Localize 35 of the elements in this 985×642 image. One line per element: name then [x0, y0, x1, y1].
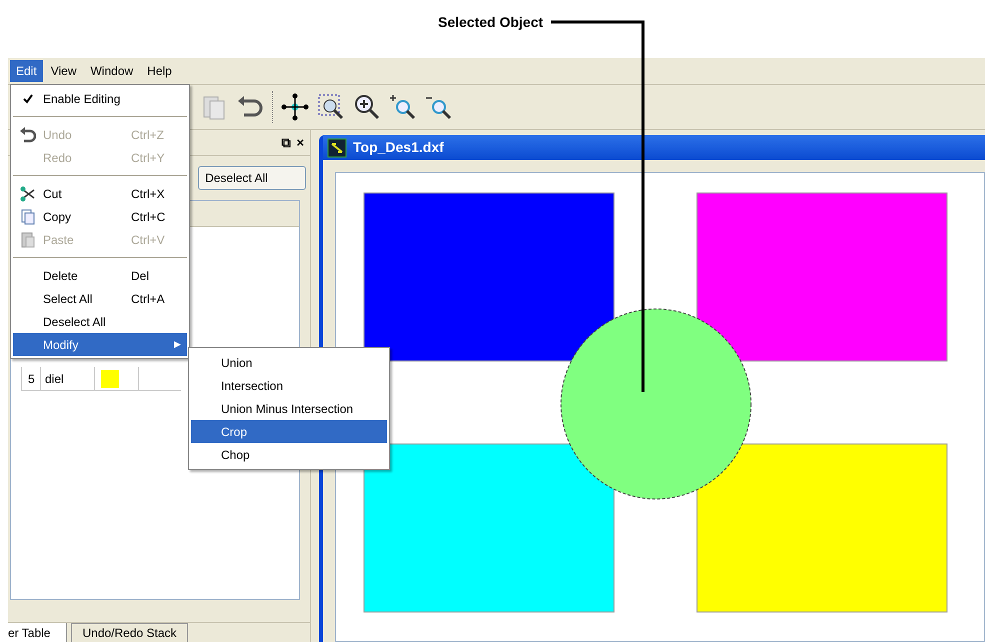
zoom-window-icon[interactable]	[317, 93, 345, 121]
scissors-icon	[20, 186, 36, 202]
menu-item[interactable]: Intersection	[191, 374, 387, 397]
annotation-label: Selected Object	[438, 13, 544, 32]
panel-tab[interactable]: er Table	[8, 623, 68, 642]
paste-icon	[20, 232, 36, 248]
checkmark-icon[interactable]	[23, 94, 33, 104]
menu-item[interactable]: Delete Del	[13, 264, 187, 287]
menu-item[interactable]: Union Minus Intersection	[191, 397, 387, 420]
menu-item[interactable]: Edit	[10, 60, 43, 82]
menu-item[interactable]: Enable Editing	[13, 87, 187, 110]
panel-tab[interactable]: Undo/Redo Stack	[71, 623, 188, 642]
float-button[interactable]: ⧉	[281, 136, 290, 149]
zoom-double-icon[interactable]	[389, 93, 417, 121]
zoom-in-icon[interactable]	[353, 93, 381, 121]
deselect-all-button[interactable]: Deselect All	[198, 166, 306, 190]
menu-item[interactable]: Crop	[191, 420, 387, 443]
window-title: Top_Des1.dxf	[353, 138, 444, 157]
menu-item[interactable]: View	[44, 60, 82, 82]
menu-item[interactable]: Chop	[191, 443, 387, 466]
table-cell: diel	[41, 367, 95, 390]
menu-item[interactable]: Copy Ctrl+C	[13, 205, 187, 228]
menu-item[interactable]: Union	[191, 351, 387, 374]
copy-icon	[20, 208, 36, 224]
menu-item[interactable]: Deselect All	[13, 310, 187, 333]
undo-icon	[20, 126, 36, 142]
menu-item[interactable]: Modify ▶	[13, 333, 187, 356]
table-cell: 5	[21, 367, 41, 390]
move-icon[interactable]	[281, 93, 309, 121]
menu-item[interactable]: Window	[84, 60, 140, 82]
menu-item[interactable]: Help	[141, 60, 178, 82]
menu-item[interactable]: Cut Ctrl+X	[13, 182, 187, 205]
close-button[interactable]: ×	[296, 136, 304, 149]
menu-item[interactable]: Select All Ctrl+A	[13, 287, 187, 310]
app-icon	[327, 138, 347, 158]
